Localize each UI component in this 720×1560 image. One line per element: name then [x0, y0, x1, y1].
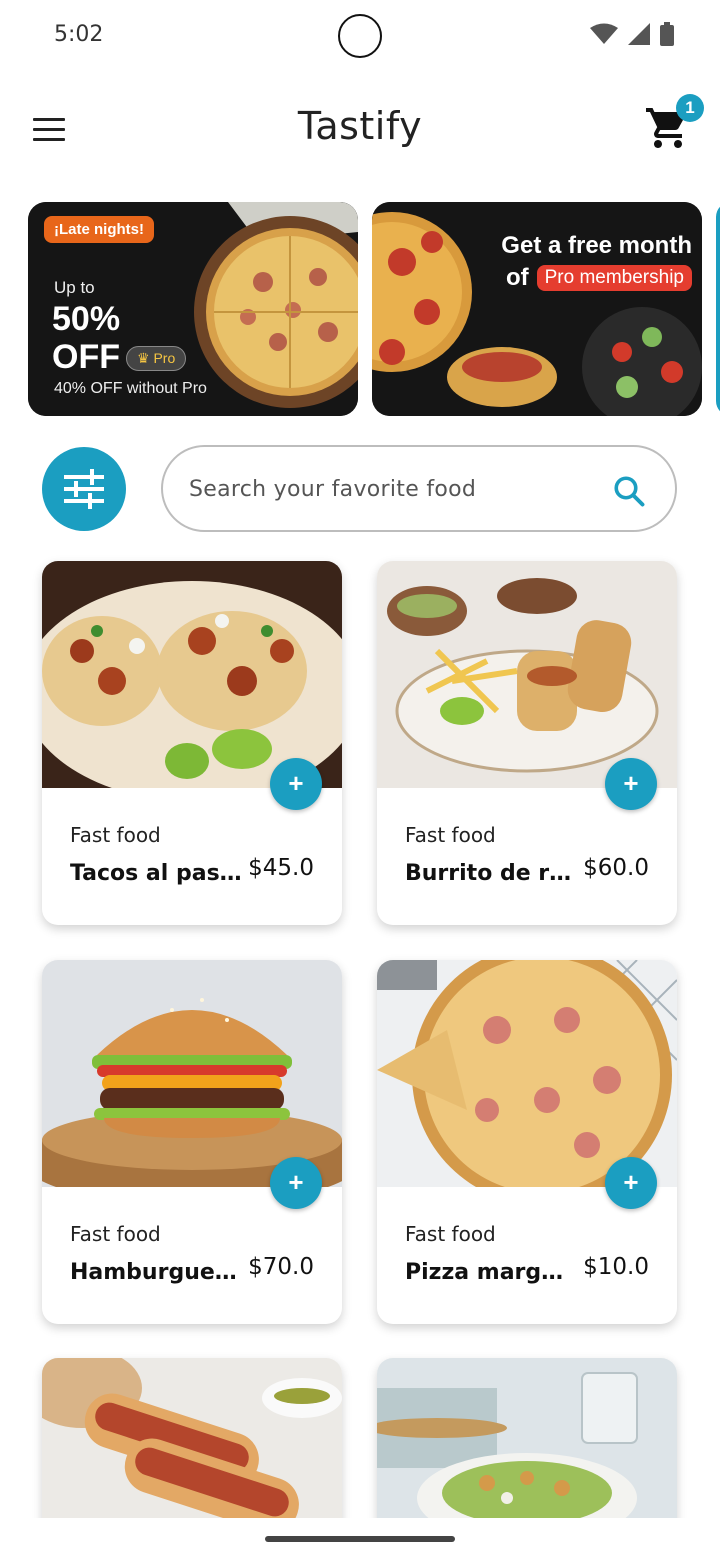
status-bar: 5:02: [0, 0, 720, 72]
late-nights-tag: ¡Late nights!: [44, 216, 154, 243]
search-icon[interactable]: [611, 473, 647, 509]
camera-cutout: [338, 14, 382, 58]
salad-image: [377, 1358, 677, 1518]
product-card[interactable]: + Fast food Hamburgues… $70.0: [42, 960, 342, 1324]
product-price: $60.0: [583, 855, 649, 881]
add-to-cart-button[interactable]: +: [270, 1157, 322, 1209]
product-image: [377, 1358, 677, 1518]
hotdog-image: [42, 1358, 342, 1518]
add-to-cart-button[interactable]: +: [605, 1157, 657, 1209]
product-category: Fast food: [70, 823, 161, 847]
pizza-margarita-image: [377, 960, 677, 1187]
promo-discount: 50% OFF: [52, 300, 121, 376]
cart-button[interactable]: 1: [644, 94, 704, 152]
add-to-cart-button[interactable]: +: [270, 758, 322, 810]
battery-icon: [660, 22, 674, 46]
product-image: [377, 561, 677, 788]
promo-banner-pro-membership[interactable]: Get a free month of Pro membership: [372, 202, 702, 416]
burrito-image: [377, 561, 677, 788]
search-bar[interactable]: [161, 445, 677, 532]
promo-banner-late-nights[interactable]: ¡Late nights! Up to 50% OFF ♛ Pro 40% OF…: [28, 202, 358, 416]
cart-count-badge: 1: [676, 94, 704, 122]
product-image: [42, 1358, 342, 1518]
pro-badge: ♛ Pro: [126, 346, 187, 371]
product-name: Pizza margar…: [405, 1260, 577, 1285]
product-card[interactable]: + Fast food Burrito de res $60.0: [377, 561, 677, 925]
product-category: Fast food: [405, 1222, 496, 1246]
app-bar: Tastify 1: [0, 80, 720, 176]
promo-headline: Get a free month: [501, 232, 692, 259]
filter-sliders-icon: [64, 469, 104, 509]
hamburger-image: [42, 960, 342, 1187]
product-card[interactable]: [377, 1358, 677, 1538]
search-input[interactable]: [189, 471, 599, 507]
promo-upto-text: Up to: [54, 278, 95, 297]
product-name: Burrito de res: [405, 861, 577, 886]
product-card[interactable]: + Fast food Tacos al past… $45.0: [42, 561, 342, 925]
home-indicator[interactable]: [265, 1536, 455, 1542]
product-category: Fast food: [70, 1222, 161, 1246]
product-image: [42, 561, 342, 788]
product-image: [377, 960, 677, 1187]
product-card[interactable]: [42, 1358, 342, 1538]
promo-subtext: 40% OFF without Pro: [54, 380, 207, 397]
status-time: 5:02: [54, 22, 104, 47]
product-price: $45.0: [248, 855, 314, 881]
wifi-icon: [590, 23, 618, 44]
gesture-nav-bar: [0, 1518, 720, 1560]
pro-membership-tag: Pro membership: [536, 265, 692, 291]
status-icons: [590, 22, 674, 46]
promo-headline-2: of Pro membership: [506, 264, 692, 292]
product-price: $10.0: [583, 1254, 649, 1280]
tacos-image: [42, 561, 342, 788]
promo-banner-next[interactable]: [716, 202, 720, 416]
add-to-cart-button[interactable]: +: [605, 758, 657, 810]
promo-carousel[interactable]: ¡Late nights! Up to 50% OFF ♛ Pro 40% OF…: [28, 202, 720, 416]
product-image: [42, 960, 342, 1187]
product-card[interactable]: + Fast food Pizza margar… $10.0: [377, 960, 677, 1324]
filter-button[interactable]: [42, 447, 126, 531]
app-title: Tastify: [297, 104, 423, 148]
product-price: $70.0: [248, 1254, 314, 1280]
product-name: Tacos al past…: [70, 861, 242, 886]
signal-icon: [628, 23, 650, 45]
product-category: Fast food: [405, 823, 496, 847]
product-name: Hamburgues…: [70, 1260, 242, 1285]
